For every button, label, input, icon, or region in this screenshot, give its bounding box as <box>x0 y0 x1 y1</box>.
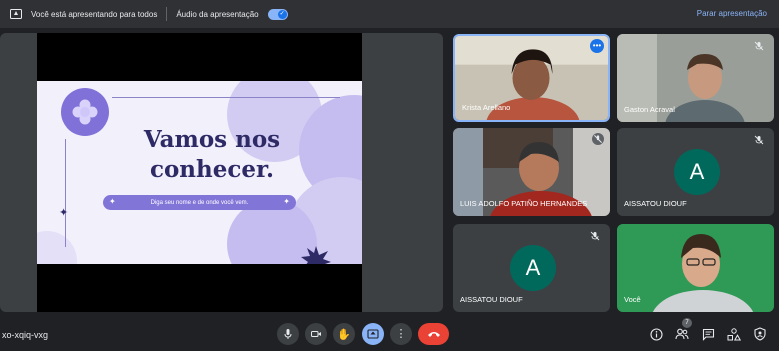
mic-off-icon <box>754 41 764 51</box>
participant-tile[interactable]: Você <box>617 224 774 312</box>
hangup-icon <box>427 332 440 337</box>
sparkle-icon: ✦ <box>59 207 69 219</box>
presentation-banner: Você está apresentando para todos Áudio … <box>0 0 779 28</box>
presentation-frame: Vamos nos conhecer. ✦ Diga seu nome e de… <box>37 33 362 312</box>
present-button[interactable] <box>362 323 384 345</box>
info-icon <box>649 327 663 341</box>
presented-slide: Vamos nos conhecer. ✦ Diga seu nome e de… <box>37 81 362 264</box>
slide-subtitle: Diga seu nome e de onde você vem. <box>150 199 249 206</box>
mic-button[interactable] <box>277 323 299 345</box>
activities-icon <box>727 327 741 340</box>
participant-name: Krista Arellano <box>462 103 511 112</box>
people-count-badge: 7 <box>682 318 692 328</box>
more-options-icon: ⋮ <box>395 327 407 340</box>
sparkle-icon: ✦ <box>283 197 290 206</box>
chat-button[interactable] <box>700 326 716 342</box>
camera-button[interactable] <box>305 323 327 345</box>
slide-title: Vamos nos conhecer. <box>92 125 332 185</box>
avatar: A <box>510 245 556 291</box>
slide-title-line: conhecer. <box>149 156 275 183</box>
host-controls-icon <box>754 327 766 341</box>
starburst-icon <box>301 246 331 264</box>
check-icon: ✓ <box>277 9 287 19</box>
mic-off-icon <box>590 231 600 241</box>
participant-tile[interactable]: A AISSATOU DIOUF <box>617 128 774 216</box>
participant-name: Gaston Acraval <box>624 105 675 114</box>
mic-off-icon <box>754 135 764 145</box>
people-icon <box>675 328 689 340</box>
more-options-button[interactable]: ⋮ <box>390 323 412 345</box>
participant-tile[interactable]: Gaston Acraval <box>617 34 774 122</box>
raise-hand-icon: ✋ <box>337 328 351 341</box>
participant-name: LUIS ADOLFO PATIÑO HERNANDES <box>460 199 588 208</box>
host-controls-button[interactable] <box>752 326 768 342</box>
participant-name: AISSATOU DIOUF <box>460 295 523 304</box>
participant-tile[interactable]: LUIS ADOLFO PATIÑO HERNANDES <box>453 128 610 216</box>
meet-window: Você está apresentando para todos Áudio … <box>0 0 779 351</box>
stop-presenting-button[interactable]: Parar apresentação <box>697 9 767 18</box>
chat-icon <box>702 328 714 341</box>
more-options-icon[interactable]: ••• <box>590 39 604 53</box>
sparkle-icon: ✦ <box>109 197 116 206</box>
raise-hand-button[interactable]: ✋ <box>333 323 355 345</box>
presentation-audio-toggle[interactable]: ✓ <box>267 8 288 20</box>
mic-off-icon <box>592 133 604 145</box>
meeting-code: xo-xqiq-vxg <box>2 330 49 340</box>
slide-title-line: Vamos nos <box>143 126 281 153</box>
meeting-details-button[interactable] <box>648 326 664 342</box>
camera-icon <box>311 331 321 337</box>
participant-tile[interactable]: ••• Krista Arellano <box>453 34 610 122</box>
slide-decor-circle <box>37 231 77 264</box>
slide-left-rule <box>65 139 66 247</box>
slide-top-rule <box>112 97 340 98</box>
leave-call-button[interactable] <box>418 323 449 345</box>
presentation-stage: Vamos nos conhecer. ✦ Diga seu nome e de… <box>0 33 443 312</box>
mic-icon <box>284 329 292 339</box>
participant-tile[interactable]: A AISSATOU DIOUF <box>453 224 610 312</box>
avatar: A <box>674 149 720 195</box>
activities-button[interactable] <box>726 326 742 342</box>
participant-name: AISSATOU DIOUF <box>624 199 687 208</box>
present-to-all-icon <box>10 9 22 19</box>
banner-divider <box>166 7 168 21</box>
presenting-status-text: Você está apresentando para todos <box>31 9 158 19</box>
slide-subtitle-pill: ✦ Diga seu nome e de onde você vem. ✦ <box>103 195 296 210</box>
participant-name: Você <box>624 295 641 304</box>
presentation-audio-label: Áudio da apresentação <box>176 9 259 19</box>
present-icon <box>367 329 379 339</box>
people-button[interactable] <box>674 326 690 342</box>
